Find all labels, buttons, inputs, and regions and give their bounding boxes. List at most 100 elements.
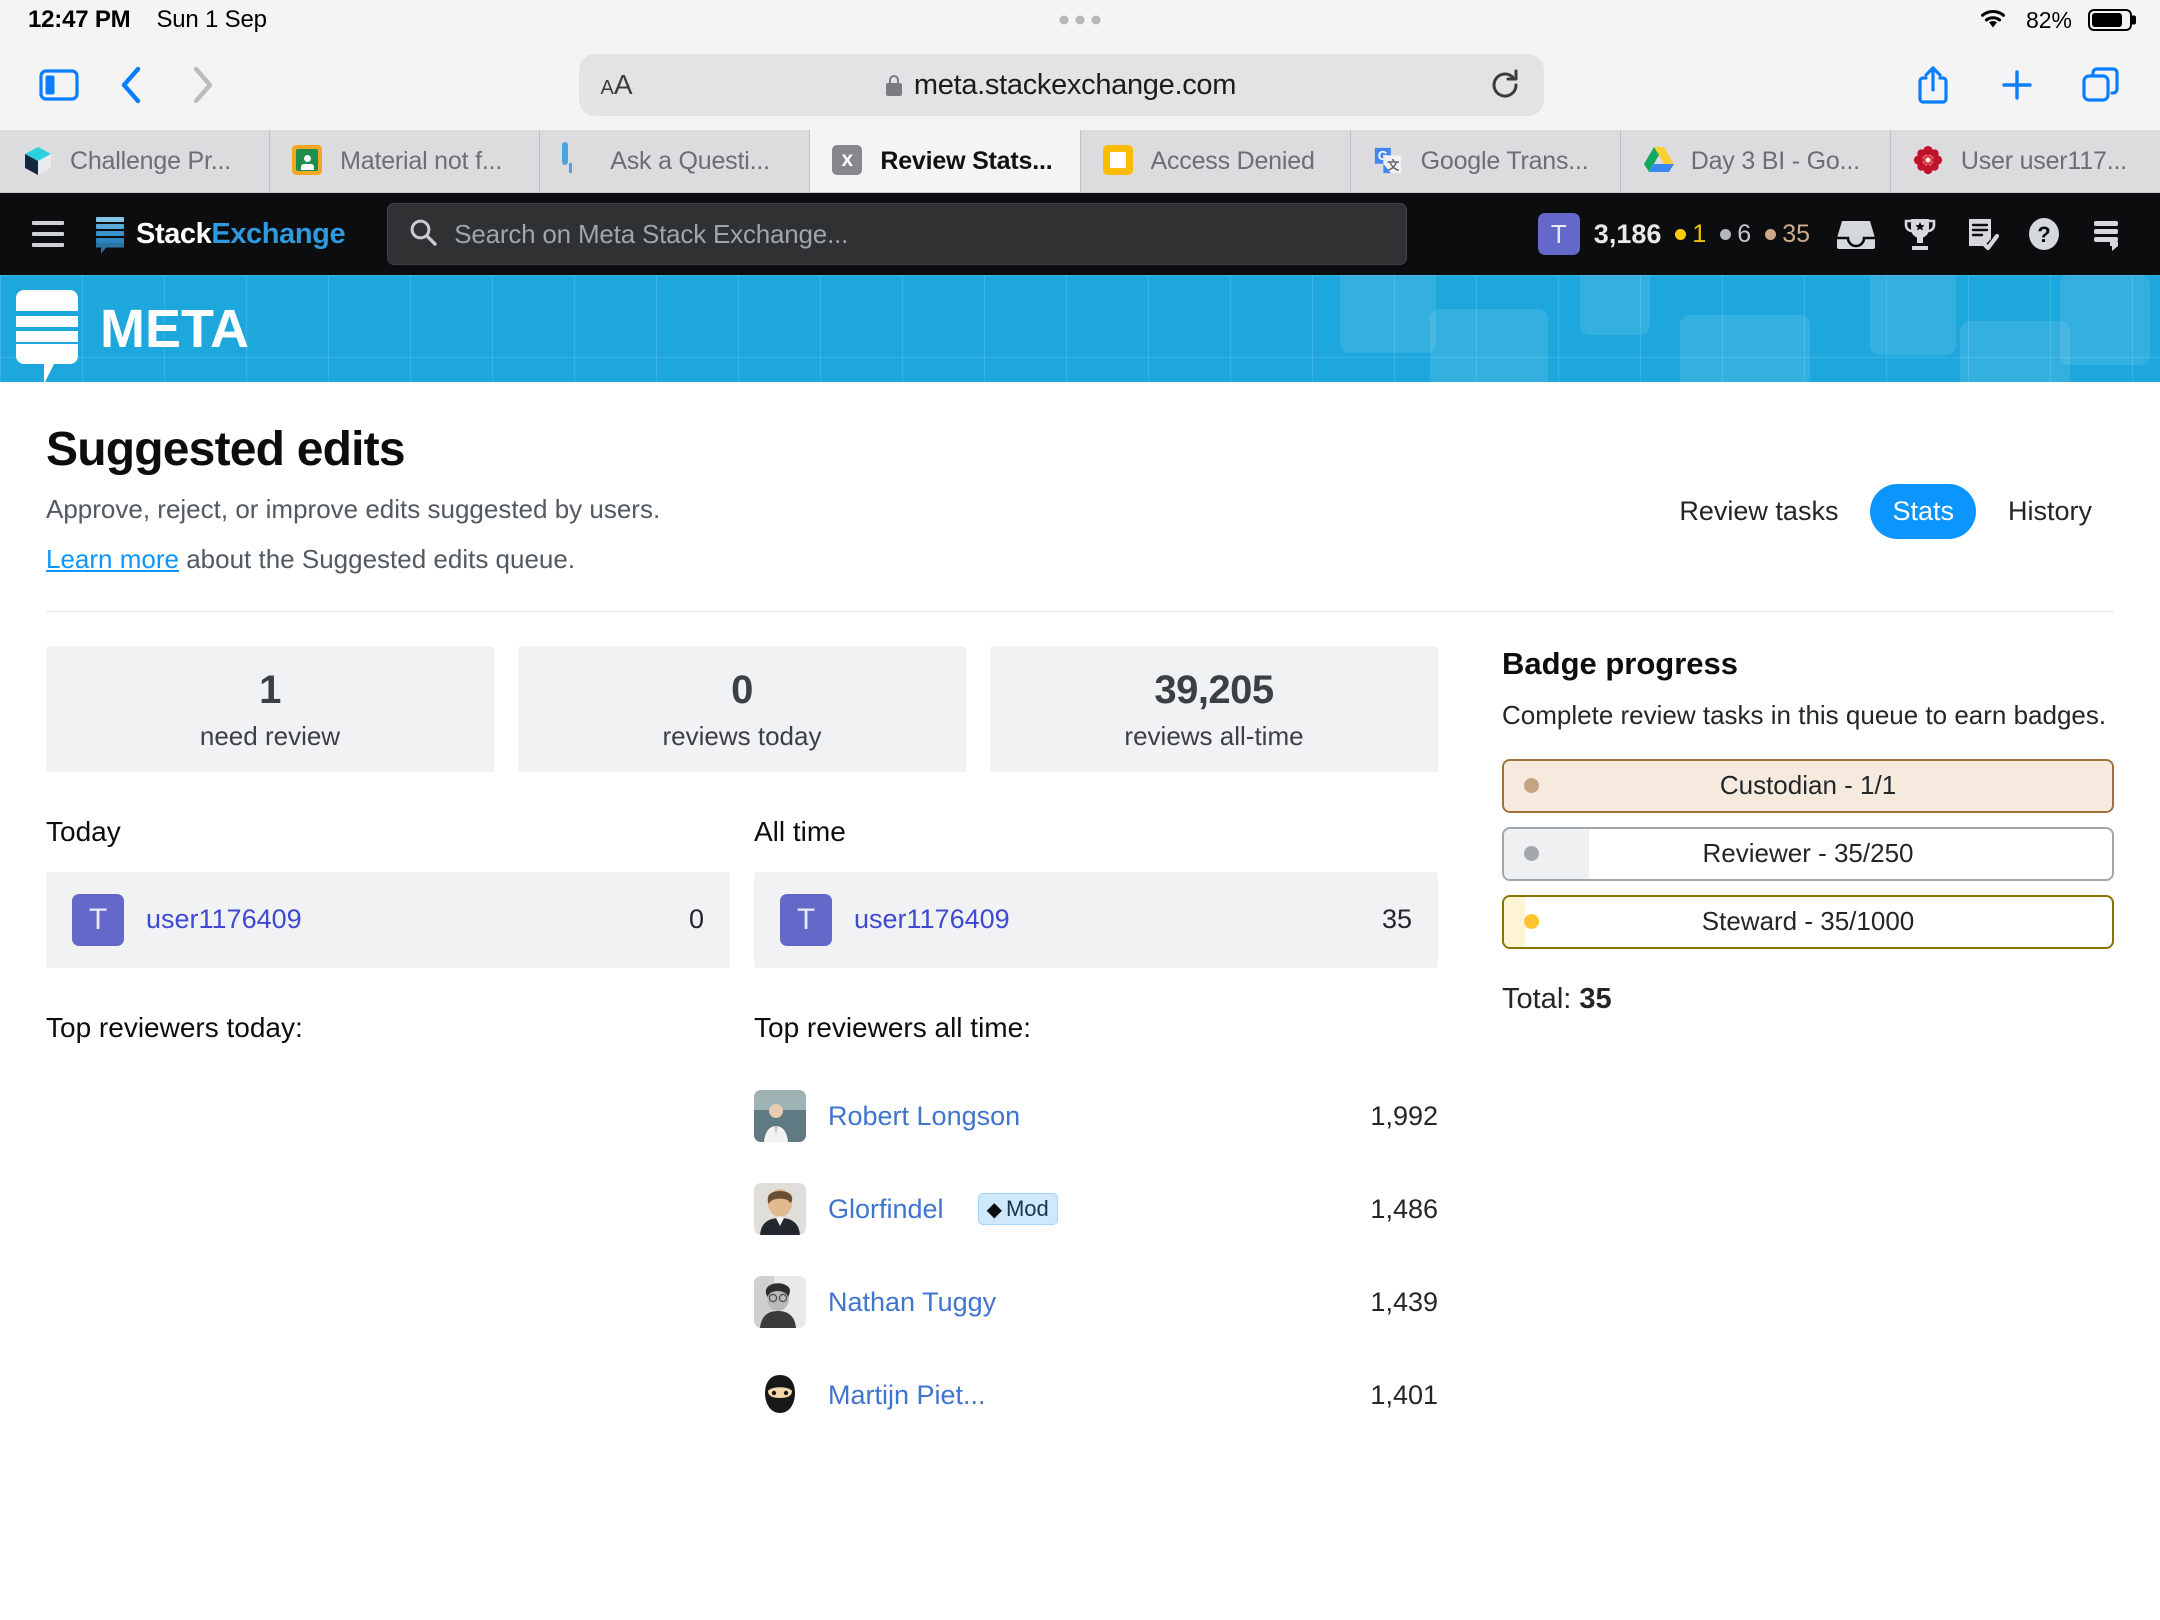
trophy-icon[interactable] (1902, 216, 1938, 252)
review-queue-icon[interactable] (1964, 216, 2000, 252)
site-switcher-icon[interactable] (2088, 216, 2124, 252)
status-bar-left: 12:47 PM Sun 1 Sep (28, 6, 267, 34)
moderator-badge: ◆ Mod (977, 1193, 1058, 1226)
browser-tab-label: User user117... (1960, 146, 2127, 175)
gold-badge-value: 1 (1692, 219, 1707, 248)
learn-more-tail: about the Suggested edits queue. (178, 543, 576, 574)
browser-tab-user-profile[interactable]: User user117... (1890, 130, 2160, 192)
tab-overview-button[interactable] (2070, 54, 2132, 116)
tab-history[interactable]: History (1986, 484, 2114, 539)
meta-logo-icon (16, 289, 78, 382)
list-item: Robert Longson 1,992 (754, 1070, 1438, 1163)
google-translate-icon: G 文 (1373, 145, 1405, 177)
badge-reviewer[interactable]: Reviewer - 35/250 (1502, 826, 2114, 881)
avatar (754, 1369, 806, 1422)
gold-badge-count: 1 (1675, 220, 1706, 249)
all-time-column: All time T user1176409 35 Top reviewers … (754, 816, 1438, 1442)
tab-review-tasks[interactable]: Review tasks (1657, 484, 1860, 539)
browser-tab-label: Access Denied (1150, 146, 1315, 175)
forward-button[interactable] (172, 54, 234, 116)
diamond-icon: ◆ (986, 1198, 1002, 1221)
inbox-icon[interactable] (1836, 217, 1876, 251)
reload-button[interactable] (1488, 68, 1522, 102)
stat-label: reviews today (662, 720, 822, 751)
summary-stat-boxes: 1 need review 0 reviews today 39,205 rev… (46, 645, 1438, 772)
browser-tab-material[interactable]: Material not f... (270, 130, 541, 192)
browser-tab-ask-question[interactable]: Ask a Questi... (540, 130, 811, 192)
tab-stats[interactable]: Stats (1870, 484, 1976, 539)
reviewer-link[interactable]: Martijn Piet... (828, 1380, 986, 1411)
badge-total-value: 35 (1579, 982, 1612, 1015)
status-bar-date: Sun 1 Sep (156, 6, 267, 33)
search-input[interactable]: Search on Meta Stack Exchange... (387, 203, 1408, 265)
reviewer-score: 1,486 (1370, 1193, 1438, 1224)
meta-wordmark: META (100, 298, 249, 359)
banner-bubble-decorations (0, 275, 2160, 382)
browser-tab-challenge[interactable]: Challenge Pr... (0, 130, 271, 192)
help-icon[interactable]: ? (2026, 216, 2062, 252)
back-button[interactable] (100, 54, 162, 116)
status-bar-right: 82% (1976, 6, 2132, 35)
status-bar-time: 12:47 PM (28, 6, 131, 33)
browser-tab-review-stats[interactable]: x Review Stats... (810, 130, 1081, 192)
bronze-badge-count: 35 (1765, 220, 1810, 249)
page-title: Suggested edits (46, 423, 406, 476)
browser-tab-google-translate[interactable]: G 文 Google Trans... (1350, 130, 1621, 192)
badge-total: Total: 35 (1502, 983, 2114, 1016)
search-placeholder: Search on Meta Stack Exchange... (454, 218, 849, 249)
avatar (754, 1183, 806, 1236)
user-link[interactable]: user1176409 (854, 904, 1010, 935)
page-description: Approve, reject, or improve edits sugges… (46, 493, 660, 527)
top-reviewers-all-time-list: Robert Longson 1,992 Glorfindel ◆ Mod 1,… (754, 1070, 1438, 1442)
today-heading: Today (46, 815, 121, 847)
cube-icon (22, 145, 54, 177)
google-classroom-icon (292, 145, 324, 177)
navbar-right-actions: T 3,186 1 6 35 ? (1537, 213, 2138, 255)
stat-value: 0 (731, 667, 753, 712)
new-tab-button[interactable] (1986, 54, 2048, 116)
badge-custodian[interactable]: Custodian - 1/1 (1502, 758, 2114, 813)
reviewer-link[interactable]: Glorfindel (828, 1194, 944, 1225)
browser-tab-day3-bi[interactable]: Day 3 BI - Go... (1620, 130, 1891, 192)
text-size-button[interactable]: AA (601, 69, 633, 101)
meta-logo[interactable]: META (16, 289, 249, 382)
learn-more-link[interactable]: Learn more (46, 544, 179, 574)
top-reviewers-all-time-label: Top reviewers all time: (754, 1011, 1031, 1043)
aa-small-letter: A (600, 77, 614, 99)
stat-label: need review (199, 720, 341, 751)
reviewer-columns: Today T user1176409 0 Top reviewers toda… (46, 816, 1438, 1442)
stats-main-column: 1 need review 0 reviews today 39,205 rev… (46, 645, 1438, 1442)
badge-label: Custodian - 1/1 (1719, 770, 1897, 801)
user-profile-link[interactable]: T 3,186 1 6 35 (1537, 213, 1810, 255)
user-link[interactable]: user1176409 (146, 904, 302, 935)
all-time-heading: All time (754, 815, 846, 847)
browser-tab-label: Day 3 BI - Go... (1690, 146, 1860, 175)
browser-tab-access-denied[interactable]: Access Denied (1080, 130, 1351, 192)
badge-steward[interactable]: Steward - 35/1000 (1502, 894, 2114, 949)
toolbar-right-actions (1902, 54, 2132, 116)
stat-value: 39,205 (1154, 667, 1274, 712)
browser-tab-label: Challenge Pr... (70, 146, 231, 175)
stat-reviews-all-time: 39,205 reviews all-time (990, 645, 1438, 772)
badge-list: Custodian - 1/1 Reviewer - 35/250 Stewar… (1502, 758, 2114, 949)
all-time-current-user-row: T user1176409 35 (754, 871, 1438, 968)
hamburger-menu-icon[interactable] (22, 221, 64, 247)
badge-progress-heading: Badge progress (1502, 645, 1739, 681)
stack-exchange-logo[interactable]: StackExchange (96, 217, 346, 254)
page-description-text: Approve, reject, or improve edits sugges… (46, 494, 661, 524)
queue-view-tabs: Review tasks Stats History (1657, 422, 2114, 539)
share-button[interactable] (1902, 54, 1964, 116)
sidebar-toggle-button[interactable] (28, 54, 90, 116)
address-bar[interactable]: AA meta.stackexchange.com (578, 54, 1544, 116)
aa-large-letter: A (613, 69, 633, 100)
reviewer-score: 1,992 (1370, 1100, 1438, 1131)
stat-need-review: 1 need review (46, 645, 494, 772)
reviewer-link[interactable]: Nathan Tuggy (828, 1287, 996, 1318)
today-column: Today T user1176409 0 Top reviewers toda… (46, 816, 730, 1442)
stat-value: 1 (259, 667, 281, 712)
multitask-handle[interactable] (1059, 15, 1101, 25)
reviewer-link[interactable]: Robert Longson (828, 1101, 1020, 1132)
stats-layout: 1 need review 0 reviews today 39,205 rev… (46, 612, 2114, 1442)
avatar (754, 1090, 806, 1143)
avatar: T (1537, 213, 1580, 255)
